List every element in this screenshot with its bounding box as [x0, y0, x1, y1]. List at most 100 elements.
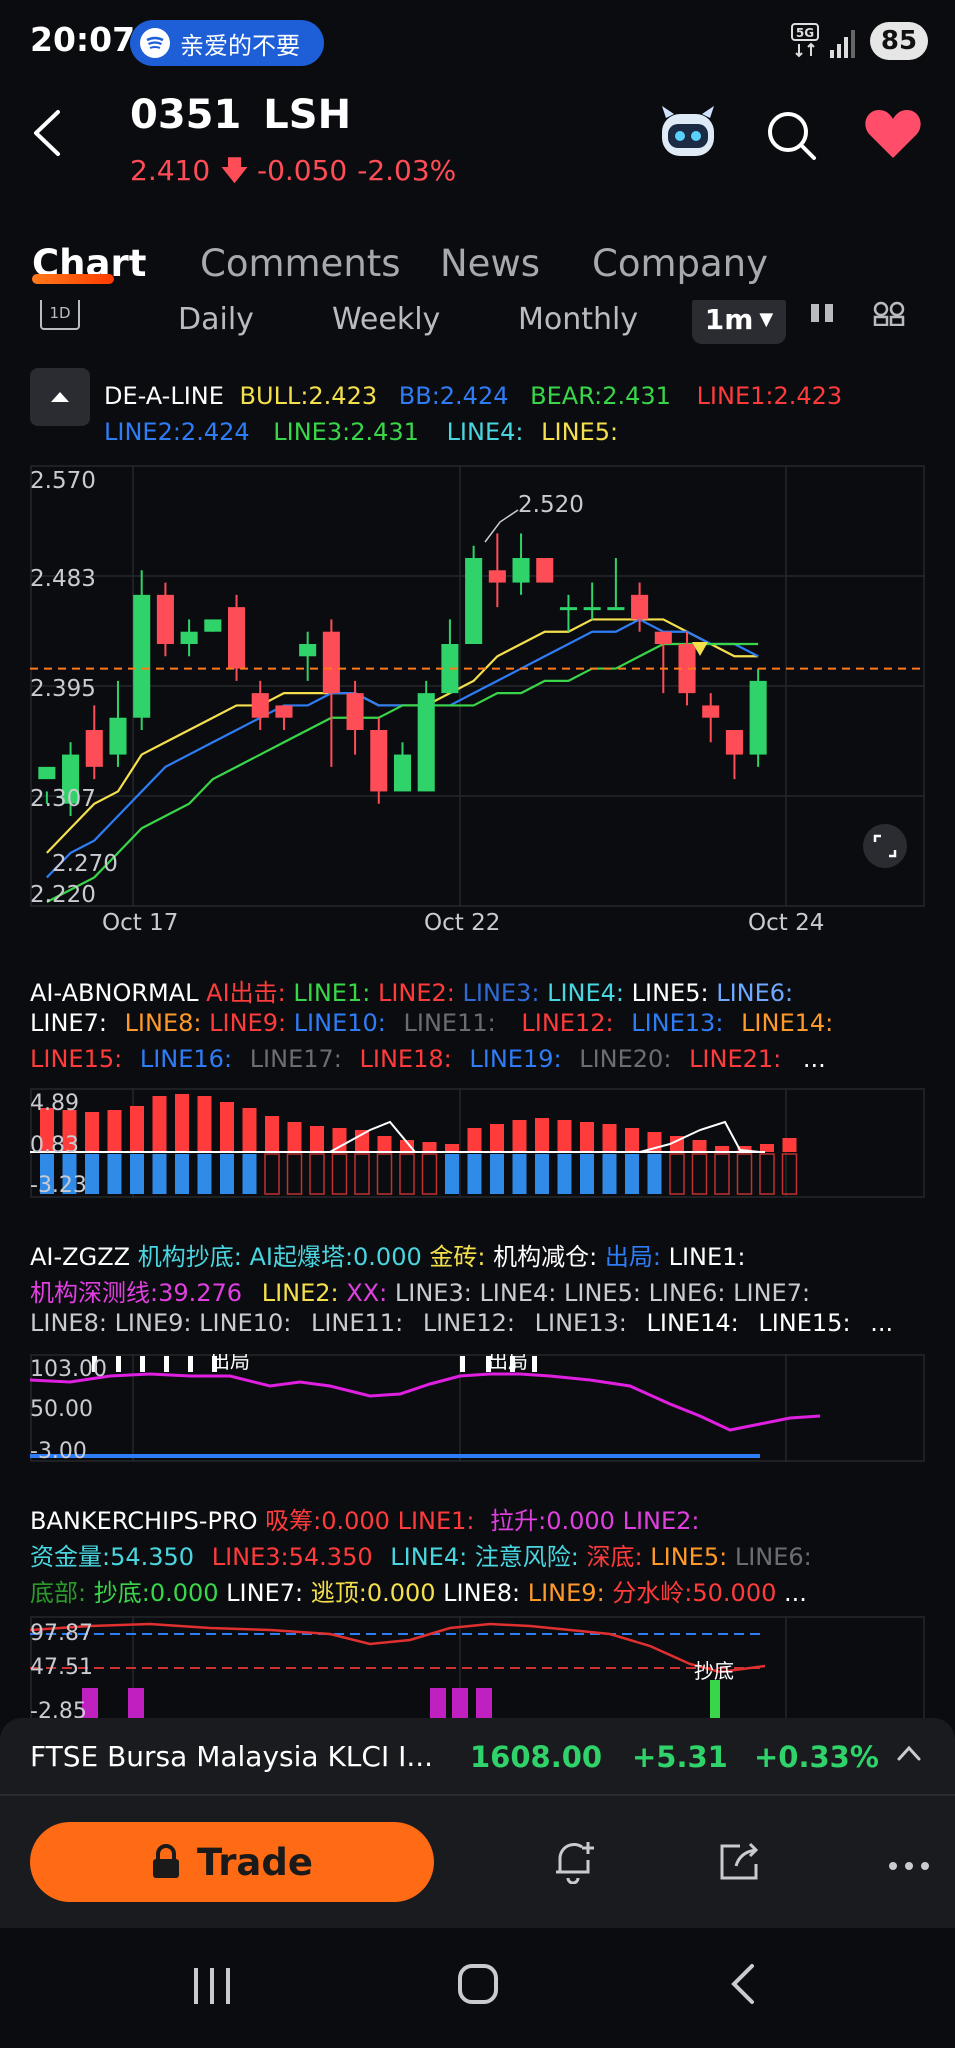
system-back-button[interactable]	[728, 1962, 758, 2010]
histogram-bar	[130, 1154, 144, 1194]
period-monthly[interactable]: Monthly	[518, 302, 638, 337]
back-icon	[731, 1964, 754, 2004]
period-minute-label: 1m	[704, 302, 754, 336]
ind2-field: 机构深测线:39.276	[30, 1279, 243, 1307]
histogram-bar	[286, 1153, 303, 1195]
ind3-legend-row3: 底部: 抄底:0.000 LINE7: 逃顶:0.000 LINE8: LINE…	[30, 1573, 807, 1608]
ind1-field: LINE2:	[377, 979, 455, 1007]
bottom-tag: 抄底	[694, 1659, 734, 1683]
arrow-down-icon: 🡇	[220, 154, 249, 187]
stock-name: LSH	[263, 92, 352, 138]
chevron-up-icon[interactable]	[896, 1744, 922, 1766]
tab-company[interactable]: Company	[592, 242, 768, 285]
candle	[631, 582, 649, 632]
ind2-field: LINE2:	[261, 1279, 339, 1307]
media-text: 亲爱的不要	[180, 31, 300, 60]
ind2-field: LINE6:	[648, 1279, 726, 1307]
index-value: 1608.00	[470, 1740, 603, 1774]
exit-markers	[92, 1356, 537, 1372]
index-change-pct: +0.33%	[754, 1740, 879, 1774]
ai-zgzz-chart[interactable]: 出局 出局 103.00 50.00 -3.00	[30, 1354, 925, 1462]
ai-abnormal-chart[interactable]: 4.89 0.83 -3.23	[30, 1088, 925, 1198]
ind3-field: LINE6:	[734, 1543, 812, 1571]
main-legend-row2: LINE2:2.424 LINE3:2.431 LINE4: LINE5:	[104, 418, 618, 446]
ind2-field: LINE1:	[668, 1243, 746, 1271]
ind1-legend-row1: AI-ABNORMAL AI出击: LINE1: LINE2: LINE3: L…	[30, 973, 793, 1008]
bankerchips-chart[interactable]: 抄底 97.87 47.51 -2.85	[30, 1616, 925, 1718]
signal-icon: 5G	[790, 22, 860, 66]
ind2-field: 出局:	[604, 1243, 661, 1271]
histogram-bar	[287, 1122, 302, 1152]
candle-body	[370, 730, 388, 792]
histogram-bar	[331, 1153, 348, 1195]
candle	[417, 680, 435, 792]
candle-style-icon[interactable]	[808, 300, 838, 330]
candle-body	[631, 594, 649, 620]
ind3-field: LINE5:	[650, 1543, 728, 1571]
histogram-bar	[242, 1108, 257, 1152]
y-tick-label: 2.570	[30, 468, 96, 494]
fullscreen-button[interactable]	[863, 824, 907, 868]
histogram-bar	[580, 1154, 594, 1194]
y-tick-label: -3.00	[30, 1439, 87, 1462]
candle-body	[346, 693, 364, 730]
histogram-bar	[445, 1154, 459, 1194]
candle-body	[654, 631, 672, 644]
favorite-heart-icon[interactable]	[864, 108, 922, 164]
candle-body	[417, 693, 435, 792]
candle-body	[156, 594, 174, 644]
search-icon[interactable]	[766, 110, 818, 166]
index-name[interactable]: FTSE Bursa Malaysia KLCI I...	[30, 1740, 433, 1773]
home-button[interactable]	[456, 1962, 500, 2010]
period-minute[interactable]: 1m ▼	[692, 300, 786, 344]
low-label: 2.270	[52, 851, 118, 877]
chevron-left-icon	[34, 110, 60, 156]
status-time: 20:07	[30, 20, 136, 59]
x-tick-label: Oct 17	[102, 910, 179, 936]
candle	[251, 680, 269, 730]
price-alert-bell-icon[interactable]	[552, 1838, 596, 1888]
period-weekly[interactable]: Weekly	[332, 302, 440, 337]
histogram-bar	[647, 1154, 662, 1194]
tab-news[interactable]: News	[440, 242, 540, 285]
ind2-more[interactable]: ...	[870, 1309, 893, 1337]
histogram-bar	[467, 1128, 482, 1152]
exit-tag: 出局	[488, 1354, 528, 1373]
media-pill[interactable]: 亲爱的不要	[130, 20, 324, 66]
ind3-field: 抄底:0.000	[93, 1579, 219, 1607]
tab-comments[interactable]: Comments	[200, 242, 401, 285]
share-icon[interactable]	[718, 1840, 762, 1886]
recent-apps-button[interactable]	[190, 1964, 234, 2012]
day-calendar-icon[interactable]: 1D	[40, 300, 80, 330]
histogram-bar	[377, 1136, 392, 1152]
histogram-bar	[580, 1122, 594, 1152]
legend-bb: BB:2.424	[398, 382, 509, 410]
histogram-bar	[535, 1154, 549, 1194]
candlestick-chart[interactable]: 2.520 2.270 2.570 2.483 2.395 2.307 2.22…	[30, 462, 925, 908]
candle-body	[488, 570, 506, 583]
high-leader-line	[484, 509, 519, 543]
candle-body	[607, 607, 625, 611]
ind1-more[interactable]: ...	[803, 1045, 826, 1073]
indicator-settings-icon[interactable]	[872, 300, 906, 330]
histogram-bar	[242, 1154, 257, 1194]
ind3-field: 资金量:54.350	[30, 1543, 195, 1571]
ind2-field: LINE11:	[310, 1309, 404, 1337]
y-tick-label: 2.395	[30, 676, 96, 702]
more-options-icon[interactable]	[888, 1856, 930, 1875]
ind2-field: XX:	[346, 1279, 388, 1307]
ind1-field: LINE12:	[521, 1009, 614, 1037]
collapse-legend-button[interactable]	[30, 368, 90, 426]
histogram-bar	[85, 1154, 99, 1194]
ind1-field: LINE14:	[741, 1009, 834, 1037]
ind3-more[interactable]: ...	[784, 1579, 807, 1607]
candle	[156, 582, 174, 657]
robot-assistant-icon[interactable]	[656, 104, 720, 168]
histogram-bar	[781, 1153, 798, 1195]
back-button[interactable]	[30, 108, 64, 162]
trade-button[interactable]: Trade	[30, 1822, 434, 1902]
bottom-signal-bar	[710, 1680, 720, 1718]
histogram-bar	[197, 1096, 212, 1152]
histogram-bar	[422, 1142, 437, 1152]
period-daily[interactable]: Daily	[178, 302, 254, 337]
